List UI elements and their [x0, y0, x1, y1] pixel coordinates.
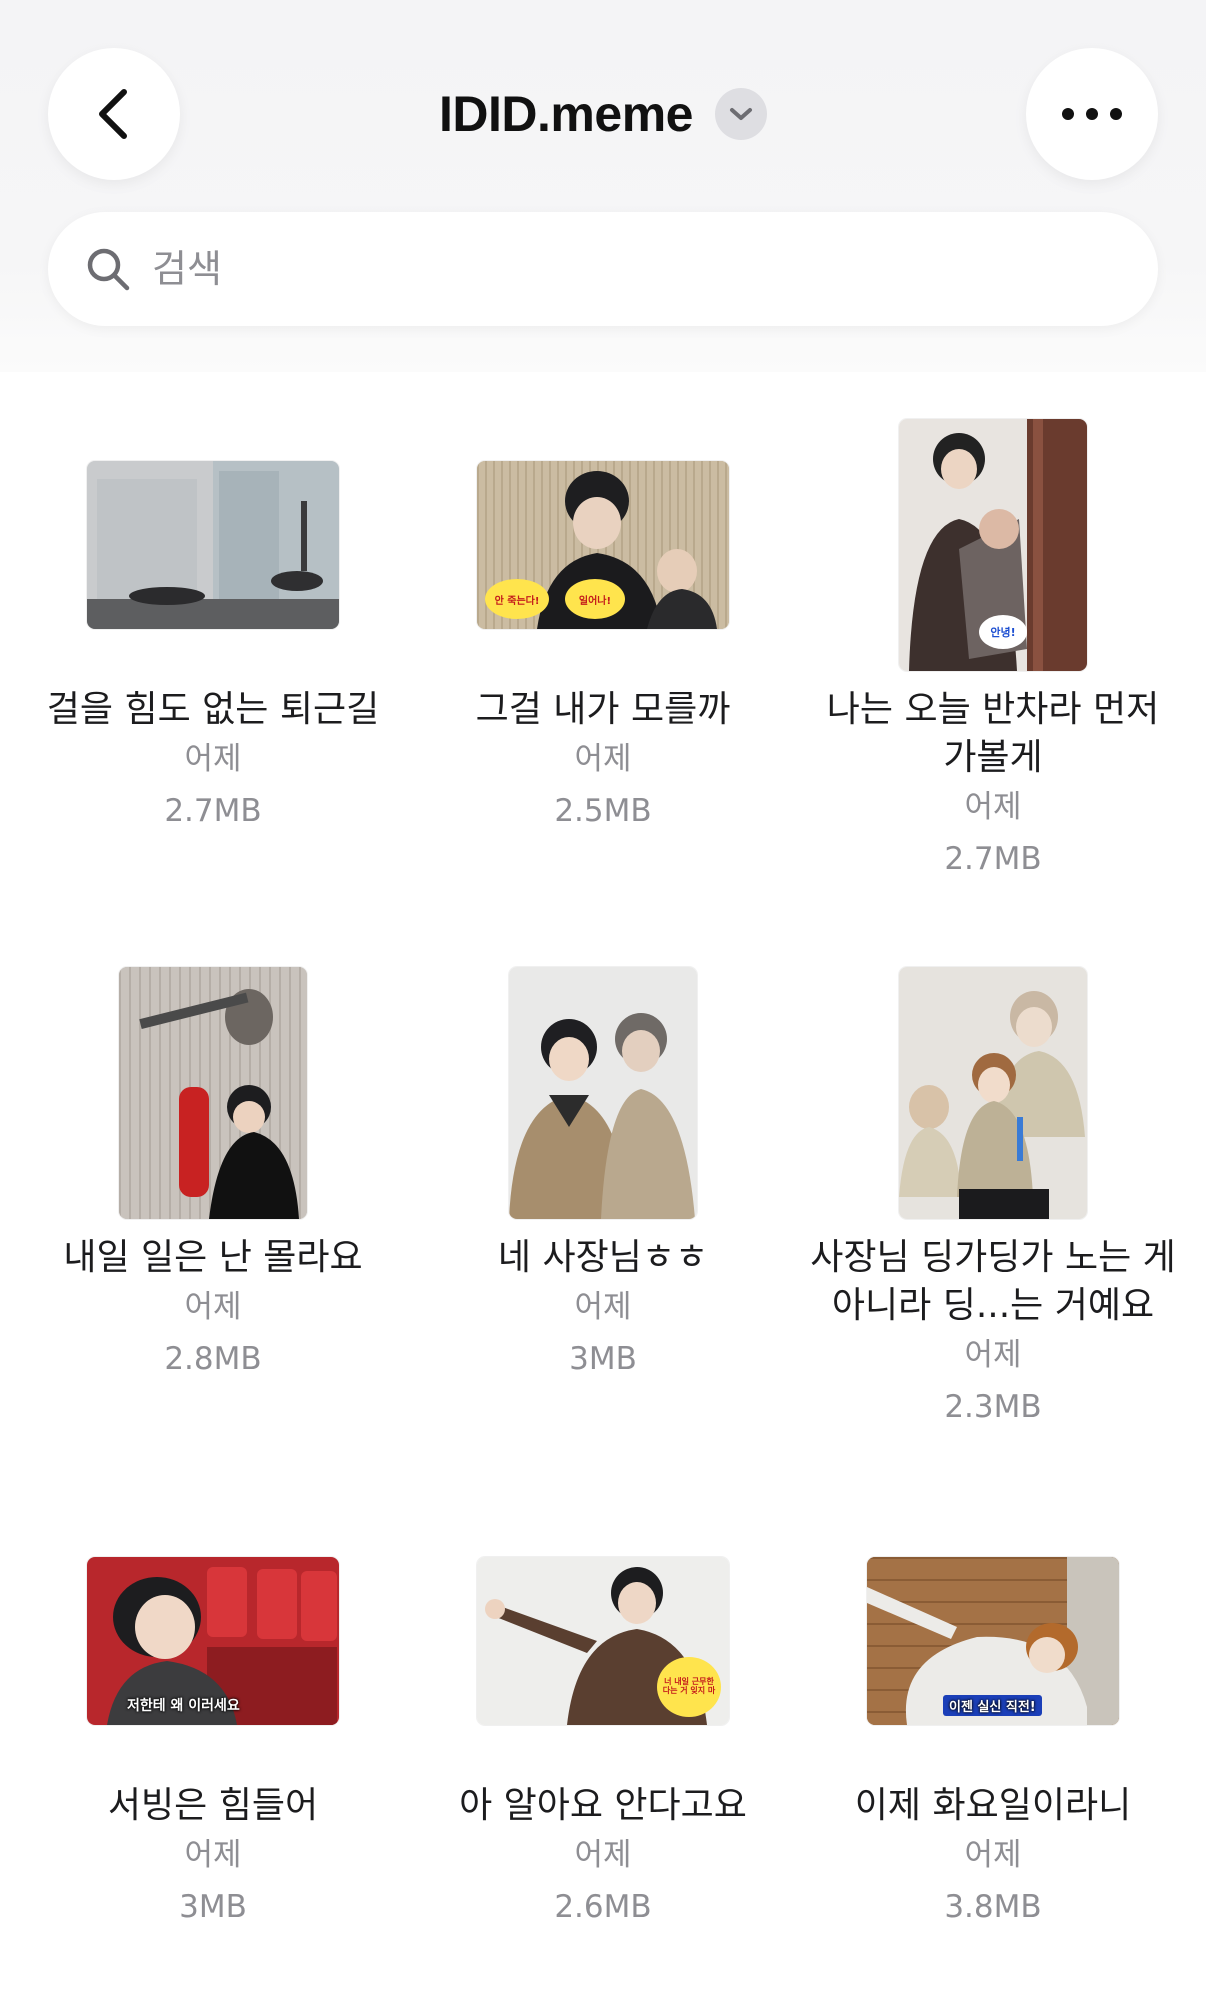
file-date: 어제 [184, 741, 242, 777]
file-size: 2.8MB [164, 1341, 262, 1377]
thumbnail-image[interactable] [87, 461, 339, 629]
file-item[interactable]: 내일 일은 난 몰라요 어제 2.8MB [18, 962, 408, 1386]
file-date: 어제 [964, 1837, 1022, 1873]
file-item[interactable]: 사장님 딩가딩가 노는 게 아니라 딩...는 거예요 어제 2.3MB [798, 962, 1188, 1434]
file-date: 어제 [574, 1289, 632, 1325]
header: IDID.meme [0, 0, 1206, 372]
file-title: 내일 일은 난 몰라요 [63, 1237, 363, 1278]
file-size: 3.8MB [944, 1889, 1042, 1925]
thumbnail-container: 너 내일 근무한다는 거 잊지 마 [408, 1510, 798, 1772]
sticker-label: 안 죽는다! [485, 579, 549, 619]
file-item[interactable]: 저한테 왜 이러세요 서빙은 힘들어 어제 3MB [18, 1510, 408, 1934]
file-date: 어제 [964, 1337, 1022, 1373]
thumbnail-container [408, 962, 798, 1224]
file-size: 2.3MB [944, 1389, 1042, 1425]
thumbnail-container: 이젠 실신 직전! [798, 1510, 1188, 1772]
chevron-down-icon [729, 108, 752, 120]
file-title: 그걸 내가 모를까 [475, 689, 731, 730]
thumbnail-image[interactable]: 저한테 왜 이러세요 [87, 1557, 339, 1725]
search-input[interactable] [150, 246, 1054, 292]
file-size: 2.6MB [554, 1889, 652, 1925]
thumbnail-image[interactable]: 이젠 실신 직전! [867, 1557, 1119, 1725]
file-title: 이제 화요일이라니 [854, 1785, 1132, 1826]
file-title: 사장님 딩가딩가 노는 게 아니라 딩...는 거예요 [810, 1237, 1176, 1326]
file-item[interactable]: 안녕! 나는 오늘 반차라 먼저 가볼게 어제 2.7MB [798, 414, 1188, 886]
thumbnail-image[interactable] [119, 967, 307, 1219]
thumbnail-image[interactable]: 안 죽는다! 일어나! [477, 461, 729, 629]
file-date: 어제 [574, 1837, 632, 1873]
thumbnail-image[interactable] [899, 967, 1087, 1219]
file-item[interactable]: 이젠 실신 직전! 이제 화요일이라니 어제 3.8MB [798, 1510, 1188, 1934]
thumbnail-container [18, 414, 408, 676]
title-dropdown-button[interactable] [714, 88, 767, 140]
file-title: 아 알아요 안다고요 [459, 1785, 747, 1826]
file-size: 2.7MB [164, 793, 262, 829]
thumbnail-container: 안녕! [798, 414, 1188, 676]
file-size: 2.5MB [554, 793, 652, 829]
file-size: 3MB [569, 1341, 637, 1377]
sticker-label: 안녕! [979, 615, 1027, 649]
more-button[interactable] [1026, 48, 1158, 180]
thumbnail-container [798, 962, 1188, 1224]
file-item[interactable]: 걸을 힘도 없는 퇴근길 어제 2.7MB [18, 414, 408, 838]
file-item[interactable]: 네 사장님ㅎㅎ 어제 3MB [408, 962, 798, 1386]
sticker-label: 너 내일 근무한다는 거 잊지 마 [657, 1657, 721, 1717]
thumbnail-image[interactable]: 너 내일 근무한다는 거 잊지 마 [477, 1557, 729, 1725]
file-date: 어제 [574, 741, 632, 777]
file-size: 2.7MB [944, 841, 1042, 877]
thumbnail-container: 저한테 왜 이러세요 [18, 1510, 408, 1772]
thumbnail-caption: 저한테 왜 이러세요 [127, 1698, 240, 1714]
file-title: 네 사장님ㅎㅎ [497, 1237, 709, 1278]
thumbnail-image[interactable]: 안녕! [899, 419, 1087, 671]
file-date: 어제 [964, 789, 1022, 825]
thumbnail-caption: 이젠 실신 직전! [943, 1695, 1042, 1716]
file-item[interactable]: 안 죽는다! 일어나! 그걸 내가 모를까 어제 2.5MB [408, 414, 798, 838]
file-date: 어제 [184, 1289, 242, 1325]
ellipsis-icon [1062, 108, 1122, 120]
file-size: 3MB [179, 1889, 247, 1925]
sticker-label: 일어나! [565, 579, 625, 619]
file-title: 걸을 힘도 없는 퇴근길 [46, 689, 380, 730]
search-icon [84, 245, 132, 293]
file-title: 서빙은 힘들어 [107, 1785, 319, 1826]
thumbnail-container: 안 죽는다! 일어나! [408, 414, 798, 676]
file-title: 나는 오늘 반차라 먼저 가볼게 [826, 689, 1160, 778]
file-date: 어제 [184, 1837, 242, 1873]
file-item[interactable]: 너 내일 근무한다는 거 잊지 마 아 알아요 안다고요 어제 2.6MB [408, 1510, 798, 1934]
page-title[interactable]: IDID.meme [439, 85, 693, 143]
search-bar[interactable] [48, 212, 1158, 326]
thumbnail-container [18, 962, 408, 1224]
thumbnail-image[interactable] [509, 967, 697, 1219]
